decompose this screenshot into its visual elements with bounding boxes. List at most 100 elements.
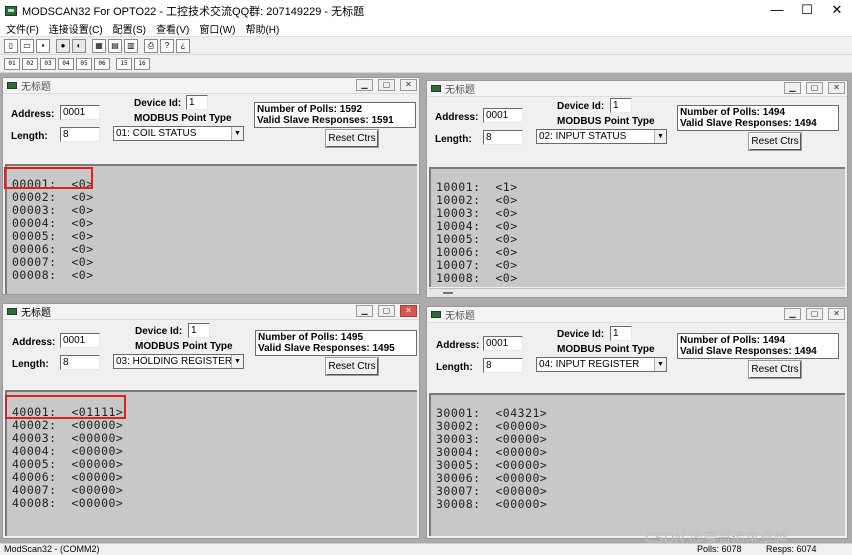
scroll-thumb[interactable]	[443, 292, 453, 294]
window-close-button[interactable]: ✕	[400, 79, 417, 91]
fc04-button[interactable]: 04	[58, 57, 74, 70]
menu-connection[interactable]: 连接设置(C)	[49, 21, 103, 36]
highlight-box-coil	[4, 167, 93, 189]
device-id-input[interactable]: 1	[610, 98, 632, 113]
address-input[interactable]: 0001	[483, 336, 523, 351]
horizontal-scrollbar[interactable]	[429, 288, 845, 297]
data-row: 10008: <0>	[436, 271, 518, 285]
polls-count: Number of Polls: 1494	[680, 335, 786, 346]
fc05-button[interactable]: 05	[76, 57, 92, 70]
app-title: MODSCAN32 For OPTO22 - 工控技术交流QQ群: 207149…	[22, 5, 365, 18]
point-type-value: 03: HOLDING REGISTER	[116, 356, 233, 367]
device-id-input[interactable]: 1	[610, 326, 632, 341]
poll-stats: Number of Polls: 1495 Valid Slave Respon…	[255, 330, 417, 356]
address-input[interactable]: 0001	[483, 108, 523, 123]
minimize-button[interactable]: —	[762, 0, 792, 21]
new-doc-icon[interactable]: ▯	[4, 38, 18, 53]
chevron-down-icon[interactable]: ▼	[654, 130, 666, 143]
window-form: Address: 0001 Length: 8 Device Id: 1 MOD…	[3, 320, 419, 389]
context-help-icon[interactable]: ¿	[176, 38, 190, 53]
reset-counters-button[interactable]: Reset Ctrs	[748, 132, 802, 151]
point-type-select[interactable]: 01: COIL STATUS ▼	[113, 126, 244, 141]
scan-window-input-registers[interactable]: 无标题 ▁ ▢ ✕ Address: 0001 Length: 8 Device…	[426, 306, 848, 539]
point-type-value: 01: COIL STATUS	[116, 128, 197, 139]
open-folder-icon[interactable]: ▭	[20, 38, 34, 53]
window-minimize-button[interactable]: ▁	[356, 79, 373, 91]
length-input[interactable]: 8	[60, 127, 100, 142]
close-button[interactable]: ✕	[822, 0, 852, 21]
window-close-button[interactable]: ✕	[828, 82, 845, 94]
chevron-down-icon[interactable]: ▼	[231, 355, 243, 368]
menu-file[interactable]: 文件(F)	[6, 21, 39, 36]
reset-counters-button[interactable]: Reset Ctrs	[325, 129, 379, 148]
data-display: 10001: <1> 10002: <0> 10003: <0> 10004: …	[429, 167, 845, 287]
window-form: Address: 0001 Length: 8 Device Id: 1 MOD…	[427, 97, 847, 166]
window-close-button[interactable]: ✕	[400, 305, 417, 317]
reset-counters-button[interactable]: Reset Ctrs	[748, 360, 802, 379]
device-id-label: Device Id:	[557, 101, 605, 112]
window-titlebar[interactable]: 无标题 ▁ ▢ ✕	[3, 304, 419, 320]
window-titlebar[interactable]: 无标题 ▁ ▢ ✕	[427, 307, 847, 323]
point-type-select[interactable]: 04: INPUT REGISTER ▼	[536, 357, 667, 372]
chevron-down-icon[interactable]: ▼	[231, 127, 243, 140]
window-icon	[7, 82, 17, 89]
maximize-button[interactable]: ☐	[792, 0, 822, 21]
window-icon	[431, 311, 441, 318]
display-config-icon[interactable]: ▦	[92, 38, 106, 53]
menu-view[interactable]: 查看(V)	[156, 21, 189, 36]
window-minimize-button[interactable]: ▁	[784, 82, 801, 94]
device-id-label: Device Id:	[557, 329, 605, 340]
address-input[interactable]: 0001	[60, 105, 100, 120]
window-maximize-button[interactable]: ▢	[806, 308, 823, 320]
chevron-down-icon[interactable]: ▼	[654, 358, 666, 371]
window-icon	[431, 85, 441, 92]
menu-window[interactable]: 窗口(W)	[199, 21, 235, 36]
length-input[interactable]: 8	[483, 358, 523, 373]
save-icon[interactable]: ▪	[36, 38, 50, 53]
valid-responses: Valid Slave Responses: 1495	[258, 343, 395, 354]
valid-responses: Valid Slave Responses: 1591	[257, 115, 394, 126]
valid-responses: Valid Slave Responses: 1494	[680, 346, 817, 357]
highlight-box-holding	[5, 395, 126, 419]
address-input[interactable]: 0001	[60, 333, 100, 348]
window-close-button[interactable]: ✕	[828, 308, 845, 320]
window-minimize-button[interactable]: ▁	[784, 308, 801, 320]
scan-window-inputs[interactable]: 无标题 ▁ ▢ ✕ Address: 0001 Length: 8 Device…	[426, 80, 848, 298]
window-maximize-button[interactable]: ▢	[806, 82, 823, 94]
device-id-input[interactable]: 1	[186, 95, 208, 110]
window-titlebar[interactable]: 无标题 ▁ ▢ ✕	[3, 78, 419, 94]
length-input[interactable]: 8	[60, 355, 100, 370]
fc02-button[interactable]: 02	[22, 57, 38, 70]
window-titlebar[interactable]: 无标题 ▁ ▢ ✕	[427, 81, 847, 97]
menu-help[interactable]: 帮助(H)	[245, 21, 279, 36]
menu-setup[interactable]: 配置(S)	[113, 21, 146, 36]
print-icon[interactable]: ⎙	[144, 38, 158, 53]
device-id-input[interactable]: 1	[188, 323, 210, 338]
help-icon[interactable]: ?	[160, 38, 174, 53]
connect-icon[interactable]: ●	[56, 38, 70, 53]
fc15-button[interactable]: 15	[116, 57, 132, 70]
display-dec-icon[interactable]: ▥	[124, 38, 138, 53]
point-type-select[interactable]: 03: HOLDING REGISTER ▼	[113, 354, 244, 369]
fc03-button[interactable]: 03	[40, 57, 56, 70]
address-label: Address:	[11, 109, 55, 120]
window-maximize-button[interactable]: ▢	[378, 305, 395, 317]
fc06-button[interactable]: 06	[94, 57, 110, 70]
point-type-label: MODBUS Point Type	[557, 344, 655, 355]
display-hex-icon[interactable]: ▤	[108, 38, 122, 53]
disconnect-icon[interactable]: ◐	[72, 38, 86, 53]
window-title: 无标题	[445, 85, 475, 96]
window-maximize-button[interactable]: ▢	[378, 79, 395, 91]
scan-window-holding[interactable]: 无标题 ▁ ▢ ✕ Address: 0001 Length: 8 Device…	[2, 303, 420, 539]
length-input[interactable]: 8	[483, 130, 523, 145]
poll-stats: Number of Polls: 1592 Valid Slave Respon…	[254, 102, 416, 128]
fc01-button[interactable]: 01	[4, 57, 20, 70]
main-toolbar: ▯ ▭ ▪ ● ◐ ▦ ▤ ▥ ⎙ ? ¿	[0, 36, 852, 55]
point-type-select[interactable]: 02: INPUT STATUS ▼	[536, 129, 667, 144]
app-titlebar: MODSCAN32 For OPTO22 - 工控技术交流QQ群: 207149…	[0, 0, 852, 21]
window-minimize-button[interactable]: ▁	[356, 305, 373, 317]
fc16-button[interactable]: 16	[134, 57, 150, 70]
status-responses: Resps: 6074	[766, 544, 817, 554]
reset-counters-button[interactable]: Reset Ctrs	[325, 357, 379, 376]
length-label: Length:	[12, 359, 49, 370]
